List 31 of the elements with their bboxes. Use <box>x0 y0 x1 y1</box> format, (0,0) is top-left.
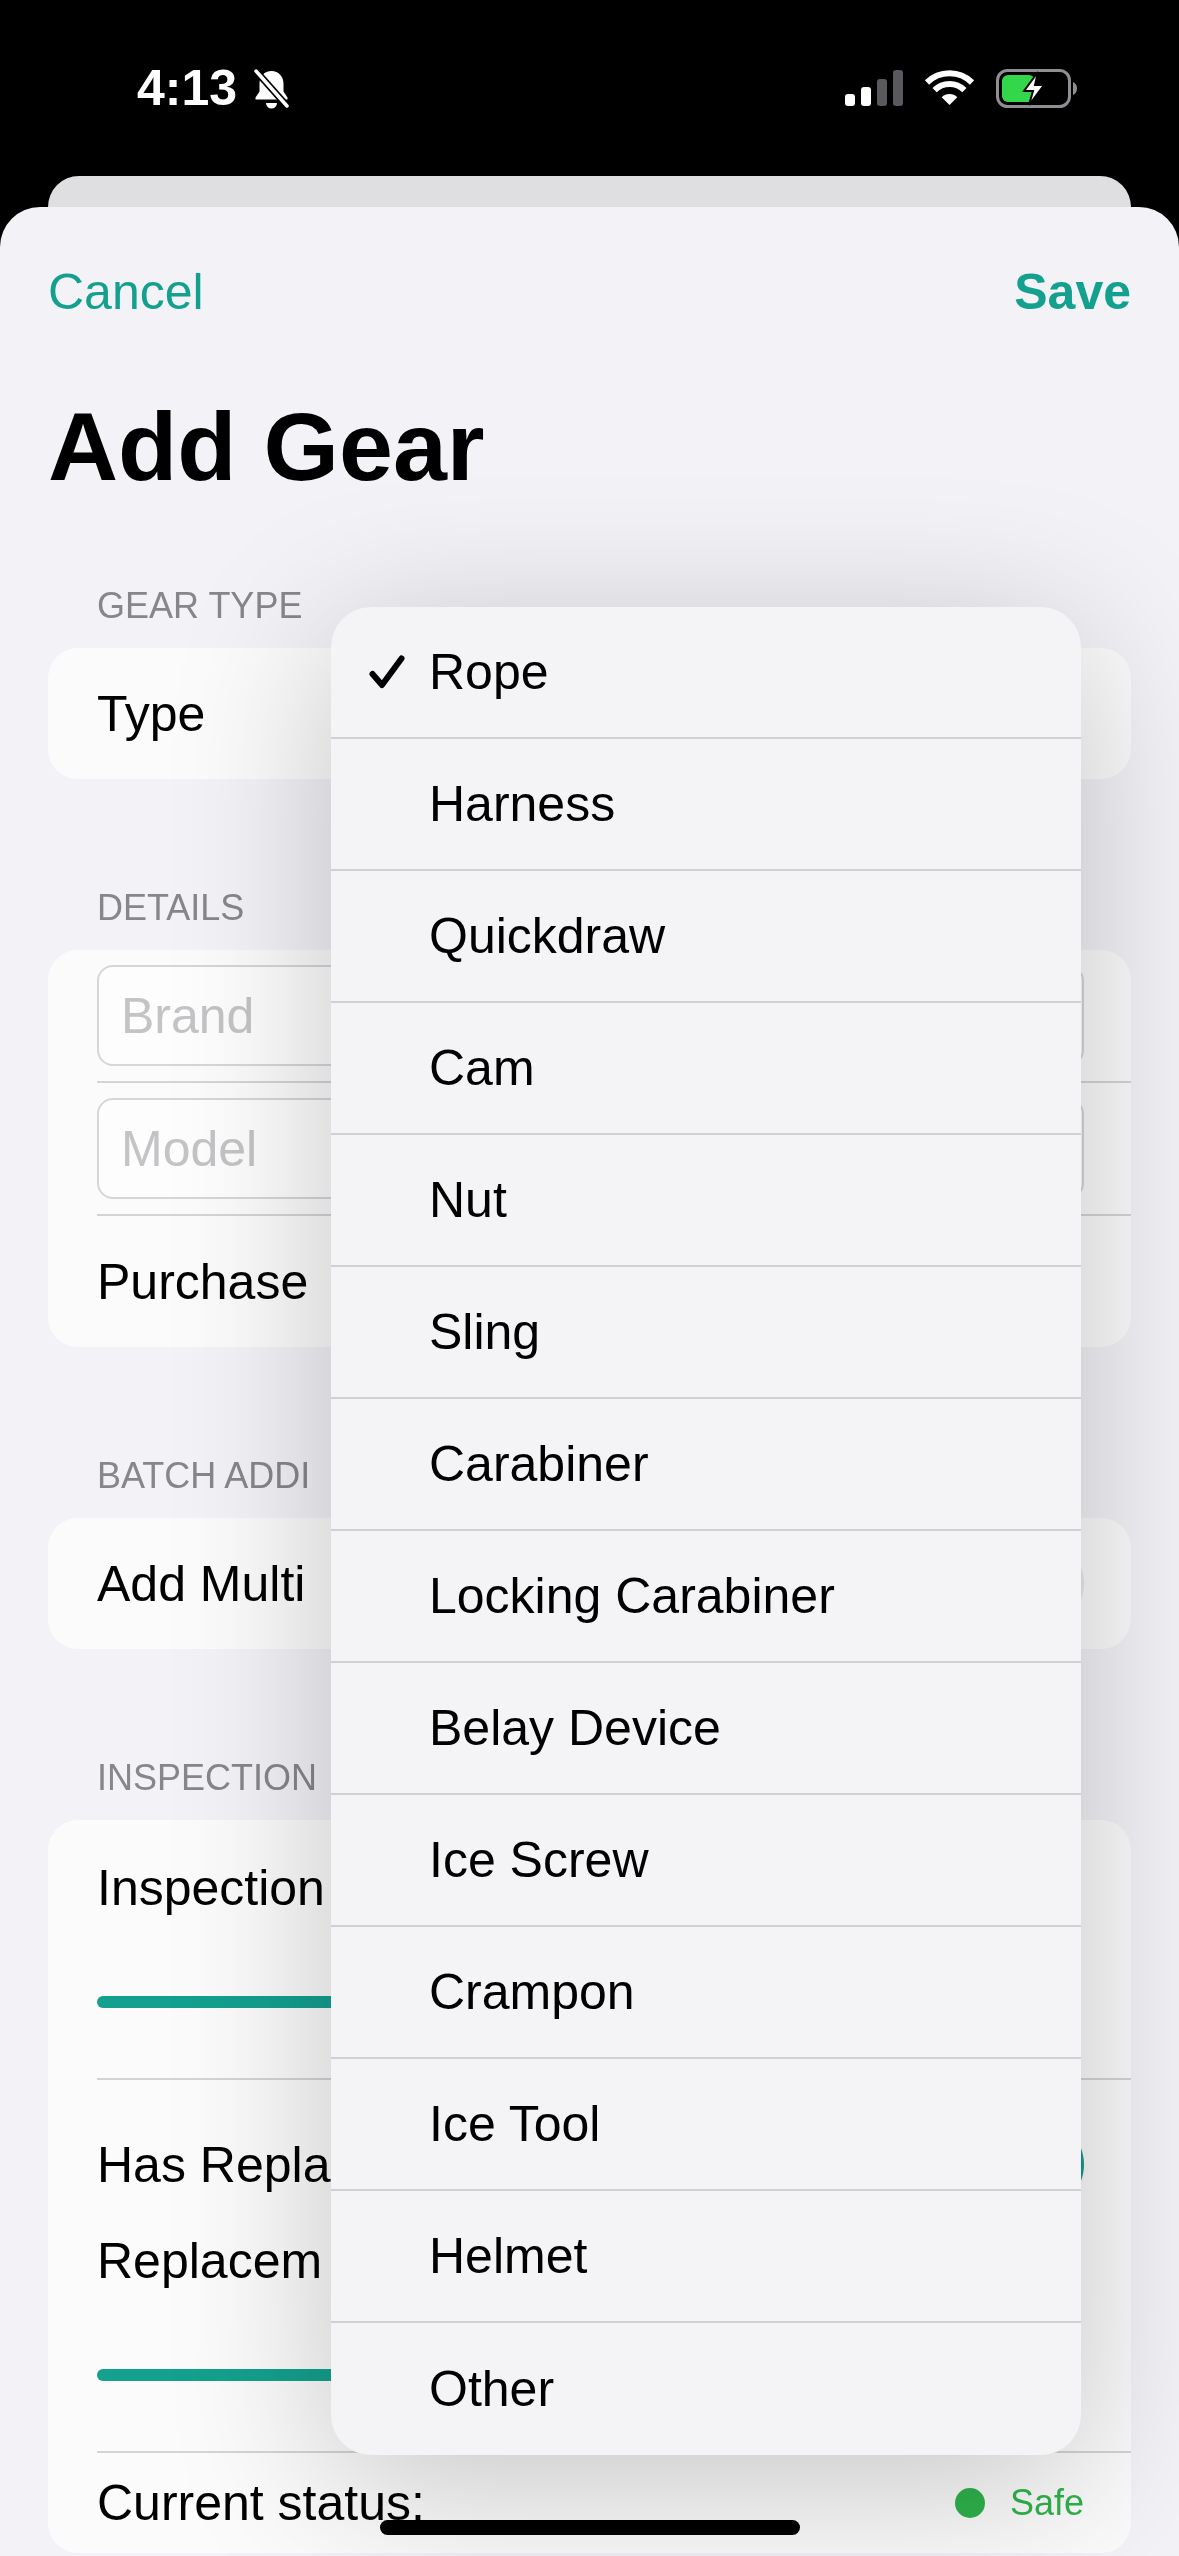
row-label: Purchase <box>97 1256 309 1307</box>
row-label: Has Repla <box>97 2139 331 2190</box>
menu-item[interactable]: Sling <box>331 1267 1081 1399</box>
menu-item[interactable]: Crampon <box>331 1927 1081 2059</box>
page-title: Add Gear <box>48 397 485 495</box>
status-time: 4:13 <box>137 63 238 113</box>
menu-item[interactable]: Other <box>331 2323 1081 2455</box>
menu-item[interactable]: Locking Carabiner <box>331 1531 1081 1663</box>
section-header: BATCH ADDI <box>97 1458 311 1494</box>
status-value: Safe <box>1009 2485 1084 2521</box>
row-label: Replacem <box>97 2236 323 2286</box>
menu-item[interactable]: Helmet <box>331 2191 1081 2323</box>
section-header: GEAR TYPE <box>97 588 303 624</box>
menu-item[interactable]: Carabiner <box>331 1399 1081 1531</box>
menu-item[interactable]: Rope <box>331 607 1081 739</box>
row-label: Type <box>97 688 206 739</box>
menu-item[interactable]: Cam <box>331 1003 1081 1135</box>
section-header: INSPECTION <box>97 1760 318 1796</box>
battery-charging-icon <box>996 68 1079 108</box>
menu-item[interactable]: Ice Tool <box>331 2059 1081 2191</box>
menu-item[interactable]: Nut <box>331 1135 1081 1267</box>
menu-item[interactable]: Quickdraw <box>331 871 1081 1003</box>
wifi-icon <box>924 70 975 106</box>
menu-item[interactable]: Belay Device <box>331 1663 1081 1795</box>
signal-icon <box>845 70 903 106</box>
row-label: Current status: <box>97 2478 425 2528</box>
menu-item[interactable]: Harness <box>331 739 1081 871</box>
row-label: Inspection <box>97 1863 325 1913</box>
menu-item[interactable]: Ice Screw <box>331 1795 1081 1927</box>
section-header: DETAILS <box>97 890 245 926</box>
row-label: Add Multi <box>97 1558 306 1609</box>
